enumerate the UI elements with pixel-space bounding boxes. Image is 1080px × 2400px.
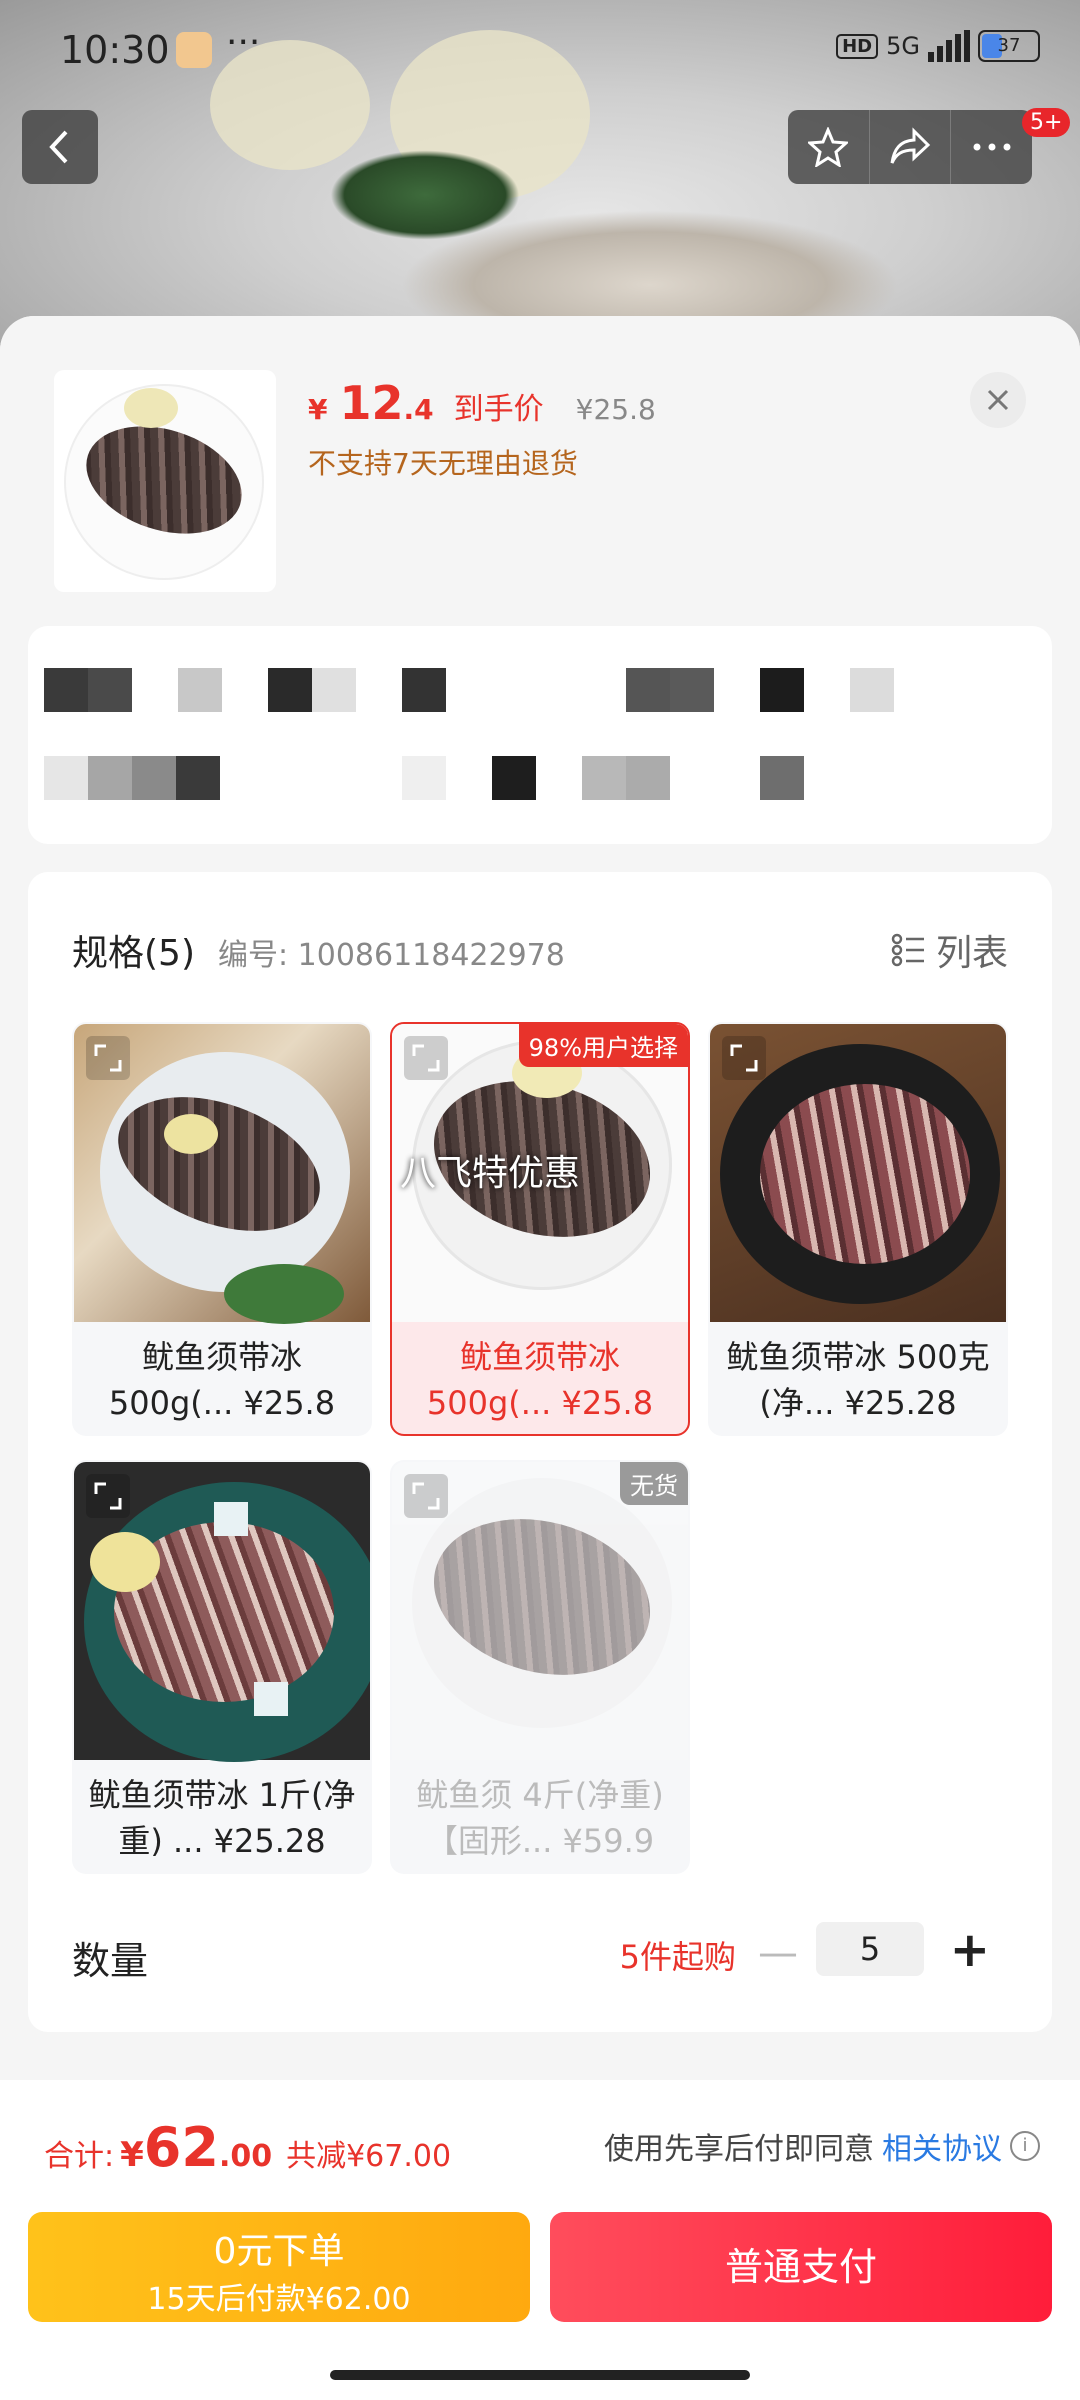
more-notifications-icon: ··· xyxy=(226,22,261,63)
agreement-link[interactable]: 相关协议 xyxy=(882,2124,1002,2168)
share-icon xyxy=(890,127,931,164)
app-notification-icon xyxy=(176,32,212,68)
favorite-button[interactable] xyxy=(788,110,870,184)
quantity-label: 数量 xyxy=(72,1939,149,1983)
total-integer: 62 xyxy=(143,2116,219,2179)
total-price: 合计: ¥ 62 .00 共减¥67.00 xyxy=(44,2116,451,2179)
checkout-bar: 合计: ¥ 62 .00 共减¥67.00 使用先享后付即同意 相关协议 i 0… xyxy=(0,2080,1080,2400)
sku-option[interactable]: 鱿鱼须带冰 500克 (净... ¥25.28 xyxy=(708,1022,1008,1436)
sku-price: 500g(... ¥25.8 xyxy=(426,1384,654,1422)
sku-option[interactable]: 鱿鱼须带冰 1斤(净 重) ... ¥25.28 xyxy=(72,1460,372,1874)
more-icon xyxy=(973,143,1011,151)
normal-pay-button[interactable]: 普通支付 xyxy=(550,2212,1052,2322)
status-time: 10:30 xyxy=(60,28,170,72)
sku-price: (净... ¥25.28 xyxy=(759,1384,957,1422)
status-bar: 10:30 ··· HD 5G 37 xyxy=(0,0,1080,100)
chevron-left-icon xyxy=(49,130,68,164)
zoom-icon[interactable] xyxy=(404,1036,448,1080)
network-type: 5G xyxy=(886,32,920,60)
list-view-label: 列表 xyxy=(935,933,1008,974)
zoom-icon[interactable] xyxy=(722,1036,766,1080)
close-button[interactable] xyxy=(970,372,1026,428)
redacted-info-card xyxy=(28,626,1052,844)
original-price: ¥25.8 xyxy=(575,393,656,426)
sheet-header: ¥ 12 .4 到手价 ¥25.8 不支持7天无理由退货 xyxy=(0,316,1080,636)
spec-title: 规格(5) xyxy=(72,933,195,974)
star-icon xyxy=(808,127,849,167)
product-thumbnail[interactable] xyxy=(54,370,276,592)
price-integer: 12 xyxy=(339,376,404,430)
total-symbol: ¥ xyxy=(120,2135,144,2175)
header-actions xyxy=(788,110,1032,184)
info-icon[interactable]: i xyxy=(1010,2131,1040,2161)
close-icon xyxy=(987,389,1009,411)
promo-overlay-text: 八飞特优惠 xyxy=(400,1153,581,1194)
hd-icon: HD xyxy=(836,33,879,59)
pay-later-button[interactable]: 0元下单 15天后付款¥62.00 xyxy=(28,2212,530,2322)
sku-name: 鱿鱼须带冰 500克 xyxy=(726,1338,990,1376)
sku-price: 500g(... ¥25.8 xyxy=(108,1384,336,1422)
zoom-icon[interactable] xyxy=(404,1474,448,1518)
quantity-row: 数量 5件起购 — 5 + xyxy=(72,1912,1012,1992)
agreement-text: 使用先享后付即同意 xyxy=(604,2132,874,2167)
price-row: ¥ 12 .4 到手价 ¥25.8 xyxy=(308,376,656,430)
sku-name: 鱿鱼须带冰 xyxy=(141,1338,302,1376)
zoom-icon[interactable] xyxy=(86,1036,130,1080)
sku-option[interactable]: 鱿鱼须带冰 500g(... ¥25.8 xyxy=(72,1022,372,1436)
sku-name: 鱿鱼须带冰 xyxy=(459,1338,620,1376)
price-decimal: .4 xyxy=(403,393,434,426)
list-icon xyxy=(891,933,924,967)
decrease-quantity-button[interactable]: — xyxy=(758,1930,798,1976)
price-symbol: ¥ xyxy=(308,393,328,426)
minimum-purchase-note: 5件起购 xyxy=(619,1938,736,1976)
agreement-note: 使用先享后付即同意 相关协议 i xyxy=(604,2124,1040,2168)
sku-price: 重) ... ¥25.28 xyxy=(118,1822,326,1860)
battery-icon: 37 xyxy=(978,30,1040,62)
spec-number: 编号: 10086118422978 xyxy=(218,938,565,973)
sku-option-out-of-stock[interactable]: 无货 鱿鱼须 4斤(净重) 【固形... ¥59.9 xyxy=(390,1460,690,1874)
final-price-tag: 到手价 xyxy=(453,392,544,427)
zoom-icon[interactable] xyxy=(86,1474,130,1518)
return-policy: 不支持7天无理由退货 xyxy=(308,447,578,480)
share-button[interactable] xyxy=(870,110,952,184)
sku-name: 鱿鱼须带冰 1斤(净 xyxy=(88,1776,356,1814)
total-decimal: .00 xyxy=(218,2139,273,2174)
more-button[interactable] xyxy=(951,110,1032,184)
popular-choice-badge: 98%用户选择 xyxy=(518,1024,688,1067)
sku-price: 【固形... ¥59.9 xyxy=(425,1822,655,1860)
out-of-stock-badge: 无货 xyxy=(620,1462,688,1505)
quantity-input[interactable]: 5 xyxy=(816,1922,924,1976)
pay-later-subtitle: 15天后付款¥62.00 xyxy=(147,2282,411,2317)
signal-icon xyxy=(928,30,970,62)
total-label: 合计: xyxy=(44,2139,115,2174)
spec-card: 规格(5) 编号: 10086118422978 列表 鱿鱼须带冰 500g(..… xyxy=(28,872,1052,2032)
increase-quantity-button[interactable]: + xyxy=(950,1922,990,1978)
list-view-toggle[interactable]: 列表 xyxy=(890,924,1008,976)
notification-badge: 5+ xyxy=(1022,108,1071,137)
sku-option-selected[interactable]: 八飞特优惠 98%用户选择 鱿鱼须带冰 500g(... ¥25.8 xyxy=(390,1022,690,1436)
sku-name: 鱿鱼须 4斤(净重) xyxy=(416,1776,664,1814)
pay-later-title: 0元下单 xyxy=(213,2231,345,2272)
home-indicator xyxy=(330,2370,750,2380)
back-button[interactable] xyxy=(22,110,98,184)
total-saving: 共减¥67.00 xyxy=(286,2139,452,2174)
